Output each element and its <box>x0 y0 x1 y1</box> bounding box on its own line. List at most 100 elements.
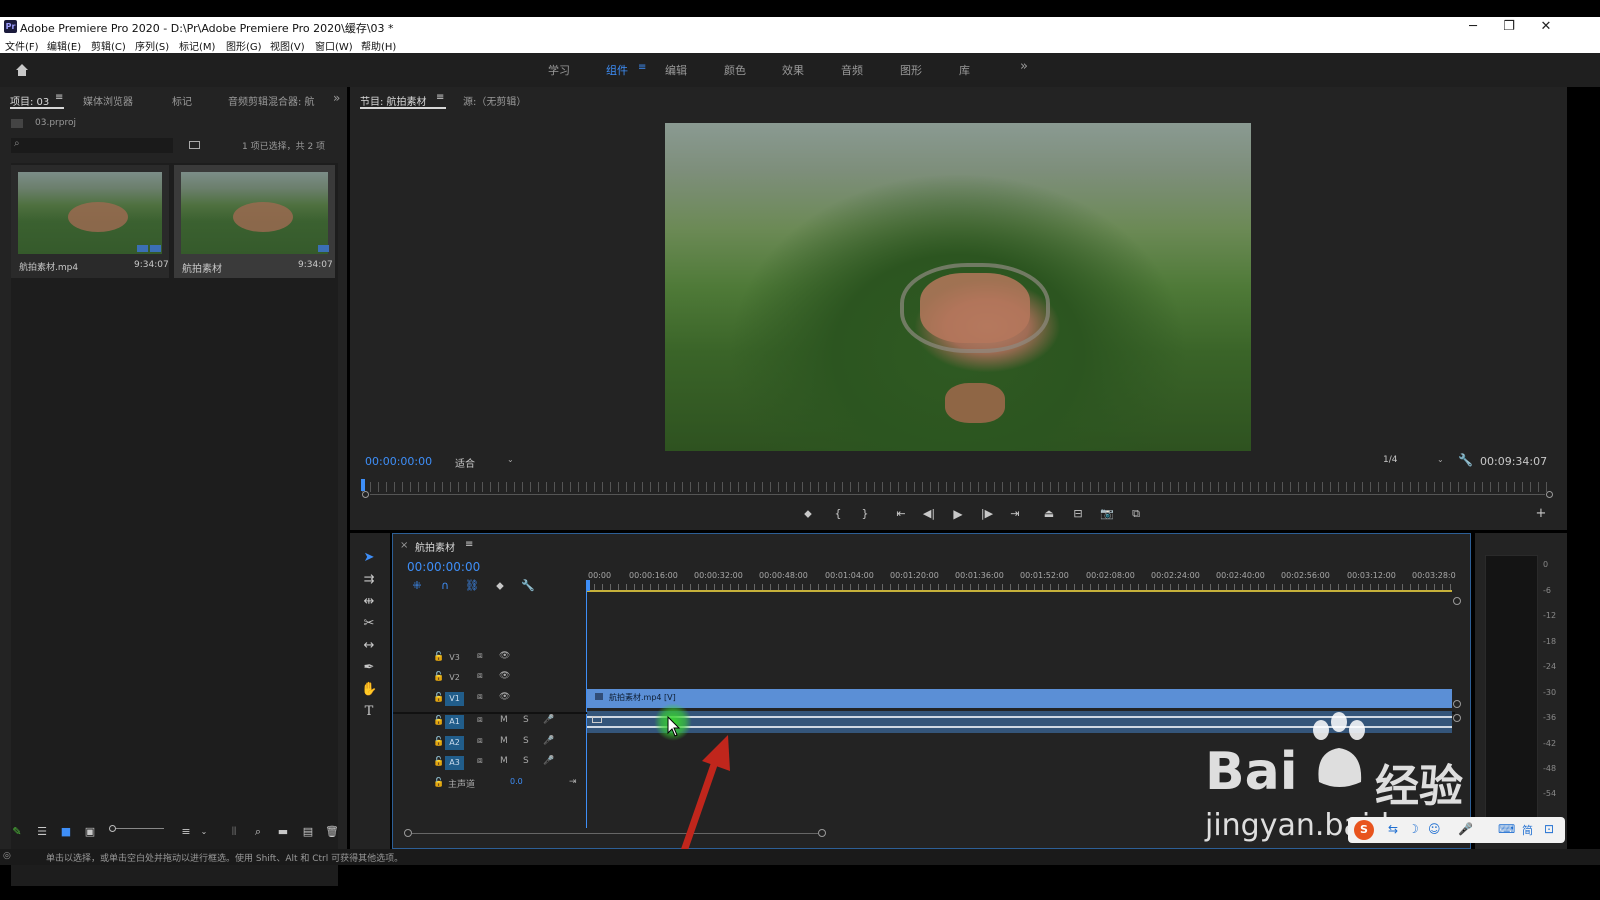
ime-simplified-toggle[interactable]: 简 <box>1522 822 1533 838</box>
step-forward-icon[interactable]: |▶ <box>979 507 995 521</box>
microphone-icon[interactable]: 🎤 <box>543 736 554 746</box>
workspace-tab-effects[interactable]: 效果 <box>782 62 804 78</box>
track-label[interactable]: V3 <box>445 651 464 665</box>
tab-audio-clip-mixer[interactable]: 音频剪辑混合器: 航 <box>228 93 318 108</box>
workspace-tab-editing[interactable]: 编辑 <box>665 62 687 78</box>
menu-view[interactable]: 视图(V) <box>270 38 305 53</box>
ime-punctuation-icon[interactable]: ☽ <box>1408 822 1419 836</box>
ime-chinese-mode-icon[interactable]: ⇆ <box>1388 822 1398 836</box>
minimize-button[interactable]: ─ <box>1455 17 1491 37</box>
work-area-bar[interactable] <box>586 590 1452 592</box>
ime-emoji-icon[interactable]: ☺ <box>1428 822 1441 836</box>
project-item[interactable]: 航拍素材.mp4 9:34:07 <box>11 165 169 278</box>
sync-lock-icon[interactable]: ⧈ <box>477 651 483 661</box>
tab-markers[interactable]: 标记 <box>172 93 192 108</box>
sync-lock-icon[interactable]: ⧈ <box>477 736 483 746</box>
timeline-settings-wrench-icon[interactable]: 🔧 <box>520 579 536 593</box>
ime-keyboard-icon[interactable]: ⌨ <box>1498 822 1515 836</box>
icon-view-icon[interactable]: ■ <box>58 825 74 839</box>
sync-lock-icon[interactable]: ⧈ <box>477 671 483 681</box>
workspace-tab-audio[interactable]: 音频 <box>841 62 863 78</box>
eye-icon[interactable]: 👁 <box>499 692 510 702</box>
menu-edit[interactable]: 编辑(E) <box>47 38 81 53</box>
lock-icon[interactable]: 🔓 <box>433 652 444 662</box>
workspace-tab-color[interactable]: 颜色 <box>724 62 746 78</box>
time-ruler[interactable] <box>362 482 1552 492</box>
master-volume-value[interactable]: 0.0 <box>510 777 523 786</box>
track-label[interactable]: V2 <box>445 671 464 685</box>
button-editor-plus-icon[interactable]: + <box>1533 507 1549 521</box>
timeline-zoom-start-handle[interactable] <box>404 829 412 837</box>
program-menu-icon[interactable]: ≡ <box>436 92 444 103</box>
tab-project[interactable]: 项目: 03 <box>10 93 49 108</box>
sync-lock-icon[interactable]: ⧈ <box>477 692 483 702</box>
linked-selection-icon[interactable]: ⛓ <box>464 579 480 593</box>
mark-in-icon[interactable]: { <box>830 507 846 521</box>
workspace-tab-assembly[interactable]: 组件 <box>606 62 628 78</box>
menu-help[interactable]: 帮助(H) <box>361 38 396 53</box>
pen-tool-icon[interactable]: ✒ <box>361 660 377 676</box>
pencil-write-icon[interactable]: ✎ <box>9 825 25 839</box>
lock-icon[interactable]: 🔓 <box>433 737 444 747</box>
trash-icon[interactable]: 🗑 <box>324 825 340 839</box>
menu-clip[interactable]: 剪辑(C) <box>91 38 126 53</box>
automate-to-sequence-icon[interactable]: ⫴ <box>226 825 242 839</box>
find-icon[interactable]: ⌕ <box>250 825 266 839</box>
close-sequence-icon[interactable]: × <box>400 540 408 551</box>
track-label[interactable]: A2 <box>445 736 464 750</box>
export-frame-camera-icon[interactable]: 📷 <box>1099 507 1115 521</box>
mute-button[interactable]: M <box>500 715 508 725</box>
solo-button[interactable]: S <box>523 715 529 725</box>
playhead-timecode[interactable]: 00:00:00:00 <box>365 455 432 468</box>
new-item-icon[interactable]: ▤ <box>300 825 316 839</box>
lock-icon[interactable]: 🔓 <box>433 757 444 767</box>
settings-wrench-icon[interactable]: 🔧 <box>1458 453 1473 467</box>
go-to-out-icon[interactable]: ⇥ <box>1007 507 1023 521</box>
eye-icon[interactable]: 👁 <box>499 671 510 681</box>
microphone-icon[interactable]: 🎤 <box>543 756 554 766</box>
search-input[interactable] <box>11 138 173 153</box>
play-icon[interactable]: ▶ <box>950 507 966 521</box>
timeline-zoom-end-handle[interactable] <box>818 829 826 837</box>
track-height-handle[interactable] <box>1453 700 1461 708</box>
resolution-dropdown-icon[interactable]: ⌄ <box>1437 455 1444 464</box>
ime-voice-icon[interactable]: 🎤 <box>1458 822 1473 836</box>
add-marker-icon[interactable]: ⬥ <box>492 579 508 593</box>
menu-sequence[interactable]: 序列(S) <box>135 38 169 53</box>
solo-button[interactable]: S <box>523 756 529 766</box>
workspace-tab-graphics[interactable]: 图形 <box>900 62 922 78</box>
lock-icon[interactable]: 🔓 <box>433 693 444 703</box>
nest-toggle-icon[interactable]: ⁜ <box>409 579 425 593</box>
workspace-menu-icon[interactable]: ≡ <box>638 62 646 73</box>
type-tool-icon[interactable]: T <box>361 704 377 720</box>
vertical-zoom-handle[interactable] <box>1453 597 1461 605</box>
mark-out-icon[interactable]: } <box>857 507 873 521</box>
eye-icon[interactable]: 👁 <box>499 651 510 661</box>
go-to-end-icon[interactable]: ⇥ <box>569 777 577 787</box>
lock-icon[interactable]: 🔓 <box>433 672 444 682</box>
step-back-icon[interactable]: ◀| <box>921 507 937 521</box>
playhead-marker[interactable] <box>361 479 365 491</box>
menu-file[interactable]: 文件(F) <box>5 38 39 53</box>
add-marker-icon[interactable]: ⬥ <box>800 507 816 521</box>
tab-program[interactable]: 节目: 航拍素材 <box>360 93 427 108</box>
workspace-tab-learn[interactable]: 学习 <box>548 62 570 78</box>
menu-window[interactable]: 窗口(W) <box>315 38 353 53</box>
razor-tool-icon[interactable]: ✂ <box>361 616 377 632</box>
comparison-view-icon[interactable]: ⧉ <box>1128 507 1144 521</box>
menu-graphics[interactable]: 图形(G) <box>226 38 262 53</box>
project-menu-icon[interactable]: ≡ <box>55 92 63 103</box>
sync-lock-icon[interactable]: ⧈ <box>477 715 483 725</box>
sync-lock-icon[interactable]: ⧈ <box>477 756 483 766</box>
ime-toolbox-icon[interactable]: ⊡ <box>1544 822 1554 836</box>
sequence-tab[interactable]: 航拍素材 <box>415 539 455 554</box>
track-label[interactable]: A1 <box>445 715 464 729</box>
sogou-ime-icon[interactable]: S <box>1354 820 1374 840</box>
zoom-start-handle[interactable] <box>362 491 369 498</box>
ime-toolbar[interactable]: S ⇆ ☽ ☺ 🎤 ⌨ 简 ⊡ <box>1348 817 1565 843</box>
fit-select[interactable]: 适合 <box>455 455 475 470</box>
zoom-bar[interactable] <box>370 494 1545 495</box>
sequence-menu-icon[interactable]: ≡ <box>465 539 473 550</box>
hand-tool-icon[interactable]: ✋ <box>361 682 377 698</box>
panel-overflow-icon[interactable]: » <box>333 91 340 105</box>
